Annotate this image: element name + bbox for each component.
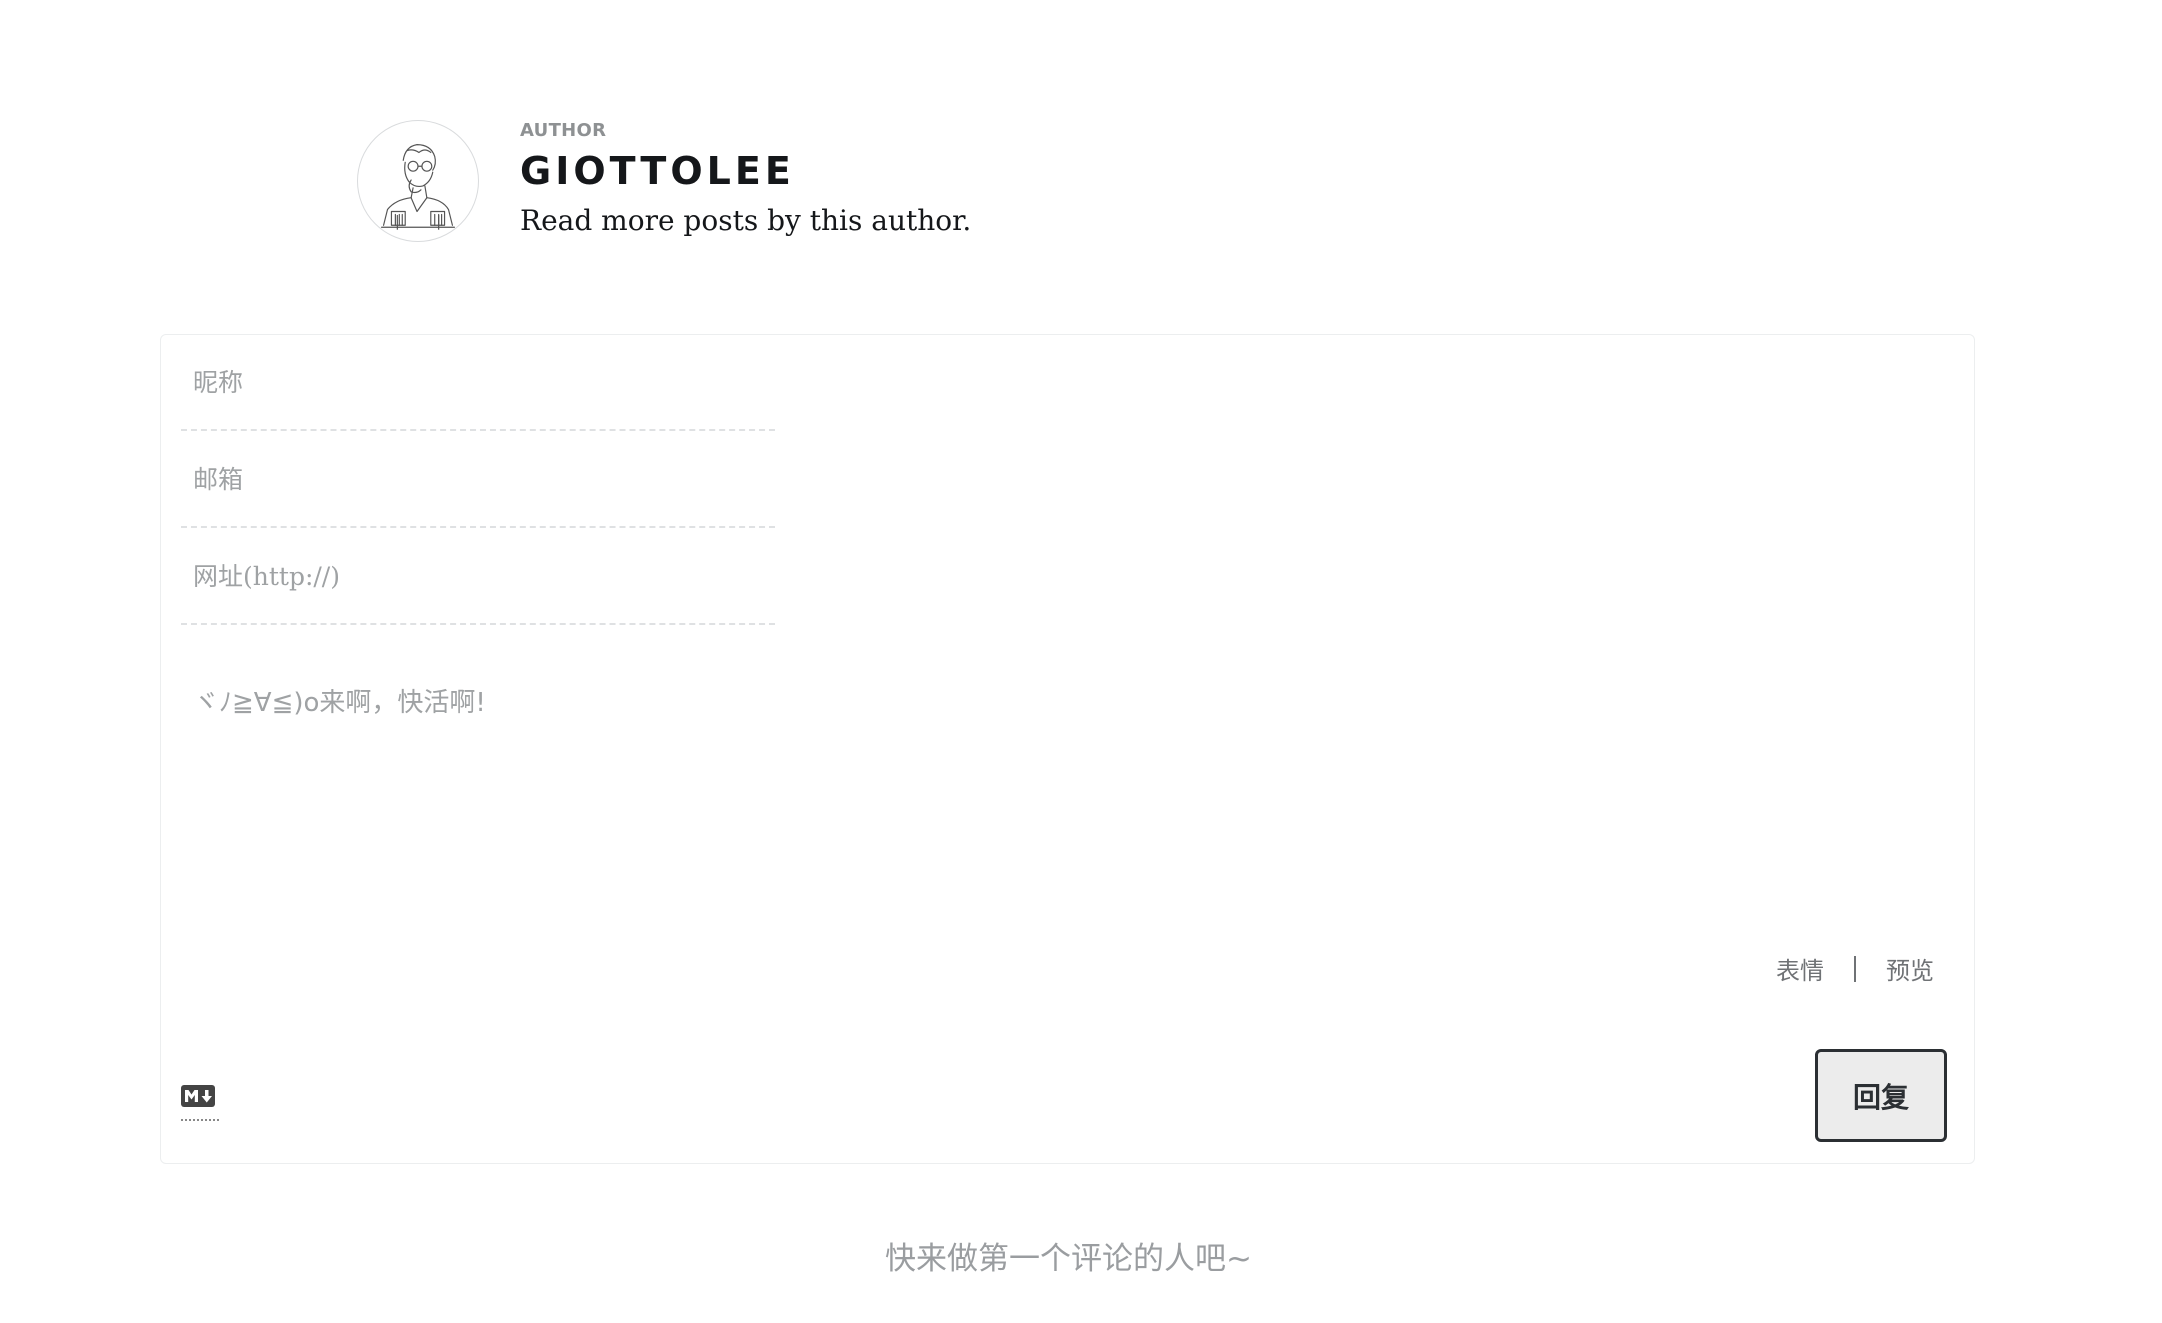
author-avatar[interactable] (357, 120, 479, 242)
comment-toolbar: 表情 预览 (1776, 951, 1934, 986)
nick-input[interactable] (193, 335, 763, 429)
markdown-guide-link[interactable] (181, 1085, 219, 1125)
email-input[interactable] (193, 432, 763, 526)
link-field (181, 529, 775, 625)
author-portrait-sketch (381, 144, 455, 230)
comment-box: 表情 预览 回复 (160, 334, 1975, 1164)
mail-field (181, 432, 775, 528)
markdown-icon (181, 1085, 215, 1107)
reply-button[interactable]: 回复 (1815, 1049, 1947, 1142)
markdown-underline (181, 1119, 219, 1121)
author-posts-link[interactable]: Read more posts by this author. (520, 204, 971, 237)
author-card: AUTHOR GIOTTOLEE Read more posts by this… (357, 120, 1257, 250)
empty-comments-hint: 快来做第一个评论的人吧~ (885, 1241, 1252, 1277)
author-eyebrow: AUTHOR (520, 120, 607, 141)
emoji-button[interactable]: 表情 (1776, 951, 1824, 986)
preview-button[interactable]: 预览 (1886, 951, 1934, 986)
toolbar-divider (1854, 955, 1856, 982)
nick-field (181, 335, 775, 431)
author-name[interactable]: GIOTTOLEE (520, 149, 795, 193)
website-input[interactable] (193, 529, 763, 623)
comment-textarea[interactable] (193, 683, 1943, 923)
